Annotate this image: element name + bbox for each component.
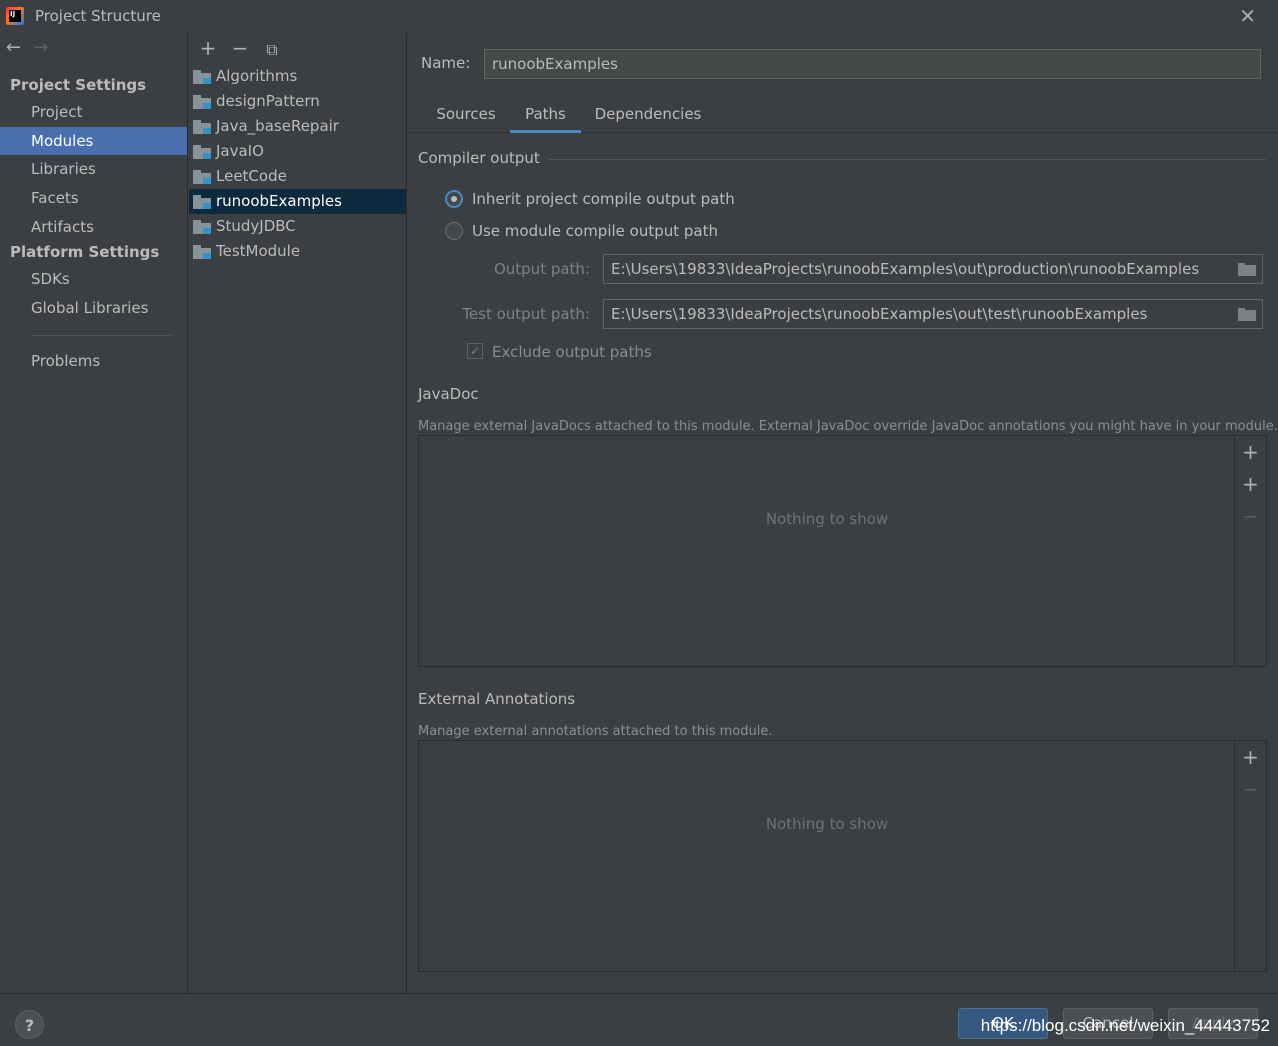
add-icon[interactable]: + xyxy=(197,36,219,60)
module-folder-icon xyxy=(193,120,211,134)
name-label: Name: xyxy=(421,54,471,72)
module-label: designPattern xyxy=(216,92,320,110)
nav-item-problems[interactable]: Problems xyxy=(0,347,187,375)
module-output-radio[interactable] xyxy=(445,222,463,240)
module-item-javaio[interactable]: JavaIO xyxy=(189,139,406,164)
add-annotation-icon[interactable]: + xyxy=(1235,745,1266,769)
module-item-runoobexamples[interactable]: runoobExamples xyxy=(189,189,406,214)
module-item-designpattern[interactable]: designPattern xyxy=(189,89,406,114)
nav-item-modules[interactable]: Modules xyxy=(0,127,187,155)
module-label: StudyJDBC xyxy=(216,217,296,235)
module-settings-pane: Name: Sources Paths Dependencies Compile… xyxy=(408,33,1278,993)
compiler-output-title: Compiler output xyxy=(418,149,540,167)
nav-divider xyxy=(31,335,171,336)
module-folder-icon xyxy=(193,245,211,259)
project-settings-heading: Project Settings xyxy=(10,76,147,94)
test-output-path-label: Test output path: xyxy=(462,305,590,323)
intellij-app-icon: IJ xyxy=(6,7,24,25)
nav-item-global-libraries[interactable]: Global Libraries xyxy=(0,294,187,322)
exclude-output-label[interactable]: Exclude output paths xyxy=(492,343,652,361)
module-item-leetcode[interactable]: LeetCode xyxy=(189,164,406,189)
module-folder-icon xyxy=(193,145,211,159)
module-label: JavaIO xyxy=(216,142,264,160)
help-button[interactable]: ? xyxy=(15,1010,44,1039)
javadoc-title: JavaDoc xyxy=(418,385,479,403)
module-output-label[interactable]: Use module compile output path xyxy=(472,222,718,240)
nav-arrows: ← → xyxy=(6,37,60,61)
module-item-studyjdbc[interactable]: StudyJDBC xyxy=(189,214,406,239)
module-label: Java_baseRepair xyxy=(216,117,339,135)
annotations-empty-text: Nothing to show xyxy=(765,815,889,833)
test-output-path-value: E:\Users\19833\IdeaProjects\runoobExampl… xyxy=(611,305,1148,323)
remove-javadoc-icon[interactable]: − xyxy=(1235,504,1266,528)
module-folder-icon xyxy=(193,95,211,109)
module-label: runoobExamples xyxy=(216,192,342,210)
inherit-output-radio[interactable] xyxy=(445,190,463,208)
output-path-value: E:\Users\19833\IdeaProjects\runoobExampl… xyxy=(611,260,1200,278)
nav-item-facets[interactable]: Facets xyxy=(0,184,187,212)
module-folder-icon xyxy=(193,70,211,84)
output-path-label: Output path: xyxy=(493,260,590,278)
module-item-java-baserepair[interactable]: Java_baseRepair xyxy=(189,114,406,139)
section-divider xyxy=(548,159,1266,160)
module-item-algorithms[interactable]: Algorithms xyxy=(189,64,406,89)
close-icon[interactable]: ✕ xyxy=(1239,4,1256,28)
exclude-output-checkbox[interactable]: ✓ xyxy=(467,343,483,359)
modules-panel: + − ⧉ Algorithms designPattern Java_baseRe… xyxy=(189,33,407,993)
module-tabs: Sources Paths Dependencies xyxy=(408,95,1278,133)
javadoc-side-toolbar: + + − xyxy=(1234,436,1266,666)
browse-folder-icon[interactable] xyxy=(1238,263,1256,276)
platform-settings-heading: Platform Settings xyxy=(10,243,160,261)
module-item-testmodule[interactable]: TestModule xyxy=(189,239,406,264)
add-javadoc-url-icon[interactable]: + xyxy=(1235,472,1266,496)
javadoc-description: Manage external JavaDocs attached to thi… xyxy=(418,419,1278,434)
tab-paths[interactable]: Paths xyxy=(510,95,581,133)
module-folder-icon xyxy=(193,195,211,209)
nav-item-libraries[interactable]: Libraries xyxy=(0,155,187,183)
browse-folder-icon[interactable] xyxy=(1238,308,1256,321)
module-name-input[interactable] xyxy=(484,49,1261,79)
watermark-text: https://blog.csdn.net/weixin_44443752 xyxy=(980,1016,1270,1035)
annotations-side-toolbar: + − xyxy=(1234,741,1266,971)
nav-item-project[interactable]: Project xyxy=(0,98,187,126)
output-path-field[interactable]: E:\Users\19833\IdeaProjects\runoobExampl… xyxy=(603,254,1263,284)
dialog-footer: ? OK Cancel Apply https://blog.csdn.net/… xyxy=(0,993,1278,1046)
inherit-output-label[interactable]: Inherit project compile output path xyxy=(472,190,735,208)
remove-annotation-icon[interactable]: − xyxy=(1235,777,1266,801)
module-label: LeetCode xyxy=(216,167,287,185)
module-label: Algorithms xyxy=(216,67,298,85)
back-arrow-icon[interactable]: ← xyxy=(6,37,21,58)
module-label: TestModule xyxy=(216,242,301,260)
window-title: Project Structure xyxy=(35,7,161,25)
remove-icon[interactable]: − xyxy=(229,36,251,60)
external-annotations-description: Manage external annotations attached to … xyxy=(418,724,773,739)
javadoc-table[interactable]: Nothing to show + + − xyxy=(418,435,1267,667)
modules-toolbar: + − ⧉ xyxy=(197,36,293,60)
javadoc-empty-text: Nothing to show xyxy=(765,510,889,528)
tab-dependencies[interactable]: Dependencies xyxy=(588,95,708,133)
tab-sources[interactable]: Sources xyxy=(425,95,507,133)
copy-icon[interactable]: ⧉ xyxy=(261,38,283,62)
external-annotations-title: External Annotations xyxy=(418,690,576,708)
settings-nav: ← → Project Settings Project Modules Libr… xyxy=(0,33,188,993)
title-bar: IJ Project Structure ✕ xyxy=(0,0,1278,33)
nav-item-sdks[interactable]: SDKs xyxy=(0,265,187,293)
add-javadoc-icon[interactable]: + xyxy=(1235,440,1266,464)
nav-item-artifacts[interactable]: Artifacts xyxy=(0,213,187,241)
module-folder-icon xyxy=(193,220,211,234)
module-folder-icon xyxy=(193,170,211,184)
external-annotations-table[interactable]: Nothing to show + − xyxy=(418,740,1267,972)
test-output-path-field[interactable]: E:\Users\19833\IdeaProjects\runoobExampl… xyxy=(603,299,1263,329)
forward-arrow-icon[interactable]: → xyxy=(33,37,48,58)
